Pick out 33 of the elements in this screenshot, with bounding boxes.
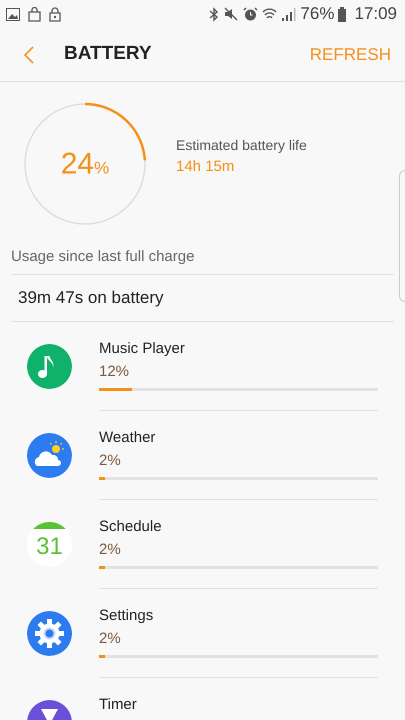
gear-icon xyxy=(27,611,72,656)
app-name: Settings xyxy=(99,606,154,626)
bag-icon xyxy=(28,6,41,22)
estimate-label: Estimated battery life xyxy=(176,136,307,156)
back-icon[interactable] xyxy=(24,46,34,64)
section-heading: Usage since last full charge xyxy=(11,246,394,274)
battery-icon xyxy=(338,6,346,22)
app-name: Schedule xyxy=(99,517,163,537)
usage-percent: 2% xyxy=(99,540,122,560)
usage-percent: 2% xyxy=(99,628,122,648)
percent-unit: % xyxy=(94,158,110,180)
wifi-icon xyxy=(262,7,278,21)
app-name: Timer xyxy=(99,695,138,715)
battery-percent: 76% xyxy=(300,3,334,26)
estimate-value: 14h 15m xyxy=(176,157,236,178)
lock-icon xyxy=(49,6,61,22)
music-note-icon xyxy=(27,344,72,389)
screen-title: BATTERY xyxy=(64,42,152,66)
refresh-button[interactable]: REFRESH xyxy=(310,42,391,68)
signal-icon xyxy=(281,7,296,21)
mute-icon xyxy=(224,7,240,21)
gallery-icon xyxy=(6,8,20,20)
usage-percent: 2% xyxy=(99,450,122,470)
alarm-icon xyxy=(243,6,258,22)
app-name: Music Player xyxy=(99,339,186,359)
battery-percent-value: 24 xyxy=(60,146,94,182)
bluetooth-icon xyxy=(208,6,220,22)
usage-time: 39m 47s on battery xyxy=(11,274,394,322)
app-name: Weather xyxy=(99,428,156,448)
clock-time: 17:09 xyxy=(354,3,397,26)
weather-icon xyxy=(27,433,72,478)
calendar-icon: 31 xyxy=(27,522,72,567)
usage-percent: 12% xyxy=(99,362,130,382)
